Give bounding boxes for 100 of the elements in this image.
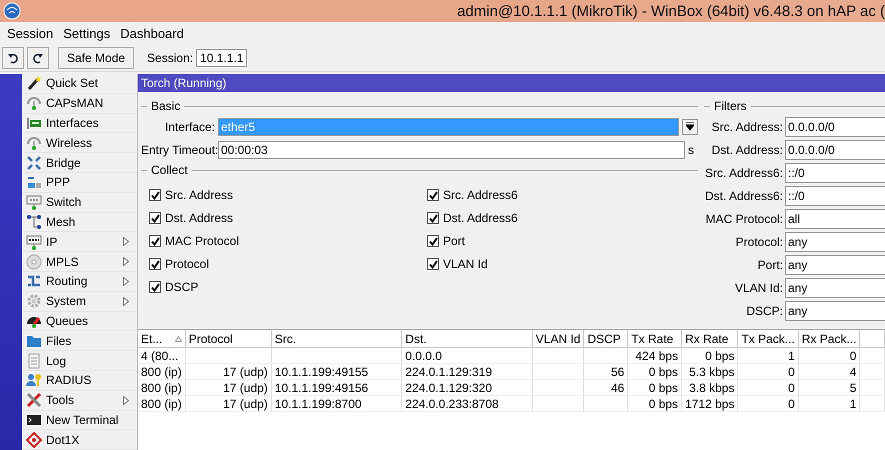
checkbox[interactable]: MAC Protocol	[149, 232, 427, 250]
field-label: MAC Protocol:	[704, 212, 783, 226]
sidebar-item[interactable]: Bridge	[22, 153, 137, 173]
table-cell: 0 bps	[628, 380, 682, 396]
check-icon	[428, 260, 438, 268]
sidebar-item[interactable]: PPP	[22, 172, 137, 193]
filter-field[interactable]: ::/0	[785, 163, 885, 183]
column-header[interactable]: Src.	[271, 330, 402, 348]
sidebar-item[interactable]: Dot1X	[22, 430, 137, 450]
sidebar-item[interactable]: Log	[22, 351, 137, 371]
safe-mode-button[interactable]: Safe Mode	[58, 46, 134, 68]
checkbox-box[interactable]	[149, 189, 161, 201]
checkbox[interactable]: Port	[427, 232, 698, 250]
filter-field[interactable]: any	[785, 232, 885, 252]
table-cell: 224.0.0.233:8708	[402, 396, 532, 412]
filter-field[interactable]: 0.0.0.0/0	[785, 140, 885, 160]
checkbox-box[interactable]	[149, 212, 161, 224]
table-cell: 0	[738, 380, 798, 396]
sidebar-item[interactable]: RADIUS	[22, 370, 137, 391]
field-label: VLAN Id:	[734, 281, 783, 295]
checkbox[interactable]: Protocol	[149, 255, 427, 273]
table-cell: 0 bps	[628, 396, 682, 412]
checkbox-box[interactable]	[427, 189, 439, 201]
sidebar-item[interactable]: IP	[22, 232, 137, 252]
antenna-icon	[26, 134, 42, 151]
column-header[interactable]: Tx Pack...	[738, 330, 798, 348]
table-cell: 1	[738, 348, 798, 364]
wand-icon	[26, 75, 42, 92]
undo-button[interactable]	[2, 46, 24, 68]
entry-timeout-field[interactable]: 00:00:03	[218, 140, 685, 158]
column-header[interactable]: DSCP	[584, 330, 628, 348]
checkbox[interactable]: Dst. Address	[149, 209, 427, 227]
menu-item[interactable]: Dashboard	[115, 26, 189, 40]
field-label: DSCP:	[745, 304, 783, 318]
table-cell: 1	[798, 396, 860, 412]
menu-item[interactable]: Session	[2, 26, 58, 40]
gear-icon	[26, 293, 42, 310]
column-header[interactable]: Dst.	[402, 330, 532, 348]
filter-field[interactable]: ::/0	[785, 186, 885, 206]
sidebar-item[interactable]: Wireless	[22, 133, 137, 154]
table-cell: 46	[584, 380, 628, 396]
sidebar-item[interactable]: Files	[22, 331, 137, 352]
table-cell: 17 (udp)	[185, 380, 272, 396]
column-header[interactable]: VLAN Id	[532, 330, 584, 348]
table-cell: 17 (udp)	[185, 396, 272, 412]
unit-label: s	[688, 142, 695, 156]
filter-field[interactable]: any	[785, 255, 885, 275]
checkbox-box[interactable]	[149, 281, 161, 293]
redo-icon	[32, 52, 44, 64]
checkbox[interactable]: VLAN Id	[427, 255, 698, 273]
table-cell: 3.8 kbps	[682, 380, 738, 396]
tools-icon	[26, 392, 42, 408]
sidebar-item[interactable]: CAPsMAN	[22, 94, 137, 114]
section-legend: Basic	[151, 99, 180, 113]
checkbox-box[interactable]	[427, 235, 439, 247]
checkbox[interactable]: Src. Address	[149, 186, 427, 204]
sidebar-item[interactable]: Tools	[22, 390, 137, 411]
column-header[interactable]: Rx Pack...	[798, 330, 860, 348]
checkbox-box[interactable]	[149, 235, 161, 247]
sidebar-item[interactable]: Interfaces	[22, 114, 137, 134]
disc-icon	[26, 254, 42, 270]
column-header[interactable]: Et...	[138, 330, 186, 348]
checkbox-box[interactable]	[149, 258, 161, 270]
table-cell: 10.1.1.199:49156	[271, 380, 402, 396]
table-cell: 10.1.1.199:49155	[271, 364, 402, 380]
sidebar-item[interactable]: Mesh	[22, 212, 137, 232]
sidebar-item[interactable]: Queues	[22, 312, 137, 332]
table-cell: 224.0.1.129:320	[402, 380, 532, 396]
switch-icon	[26, 194, 42, 210]
sidebar-item[interactable]: Quick Set	[22, 74, 137, 94]
column-header[interactable]: Rx Rate	[682, 330, 738, 348]
column-header[interactable]: Protocol	[185, 330, 272, 348]
filter-field[interactable]: any	[785, 301, 885, 321]
field-label: Src. Address6:	[704, 166, 783, 180]
sidebar-item[interactable]: System	[22, 292, 137, 312]
dropdown-arrow-icon	[686, 122, 694, 131]
session-label: Session:	[147, 50, 194, 64]
table-cell: 224.0.1.129:319	[402, 364, 532, 380]
undo-icon	[7, 52, 19, 64]
checkbox-box[interactable]	[427, 212, 439, 224]
sidebar-item[interactable]: MPLS	[22, 252, 137, 272]
sidebar-item[interactable]: New Terminal	[22, 410, 137, 430]
check-icon	[428, 236, 438, 246]
filter-field[interactable]: any	[785, 278, 885, 298]
filter-field[interactable]: all	[785, 209, 885, 229]
redo-button[interactable]	[27, 46, 49, 68]
checkbox-box[interactable]	[427, 258, 439, 270]
menu-item[interactable]: Settings	[58, 26, 116, 40]
checkbox[interactable]: Src. Address6	[427, 186, 698, 204]
table-cell: 1712 bps	[682, 396, 738, 412]
table-cell: 4 (80...	[138, 348, 186, 364]
sidebar-item[interactable]: Switch	[22, 192, 137, 213]
sidebar-item[interactable]: Routing	[22, 272, 137, 292]
dropdown-button[interactable]	[682, 118, 698, 134]
field-label: Protocol:	[734, 235, 783, 249]
table-cell: 10.1.1.199:8700	[271, 396, 402, 412]
checkbox[interactable]: DSCP	[149, 278, 427, 296]
filter-field[interactable]: 0.0.0.0/0	[785, 117, 885, 137]
column-header[interactable]: Tx Rate	[628, 330, 682, 348]
checkbox[interactable]: Dst. Address6	[427, 209, 698, 227]
